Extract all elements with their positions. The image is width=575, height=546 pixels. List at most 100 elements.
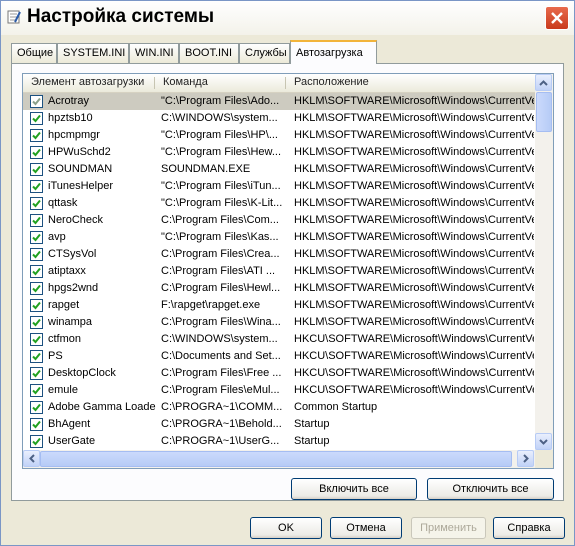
startup-checkbox[interactable] — [30, 214, 43, 227]
startup-item-command: C:\Documents and Set... — [161, 350, 281, 362]
enable-all-button[interactable]: Включить все — [291, 478, 417, 500]
startup-checkbox[interactable] — [30, 112, 43, 125]
startup-item-location: HKLM\SOFTWARE\Microsoft\Windows\CurrentV… — [294, 163, 534, 175]
horizontal-scrollbar[interactable] — [23, 450, 535, 468]
table-row[interactable]: UserGate C:\PROGRA~1\UserG... Startup — [23, 433, 535, 450]
table-row[interactable]: winampa C:\Program Files\Wina... HKLM\SOFT… — [23, 314, 535, 331]
startup-item-name: UserGate — [48, 435, 96, 447]
startup-checkbox[interactable] — [30, 435, 43, 448]
apply-button[interactable]: Применить — [411, 517, 486, 539]
startup-item-command: C:\Program Files\eMul... — [161, 384, 280, 396]
startup-item-command: C:\Program Files\Hewl... — [161, 282, 281, 294]
checkmark-icon — [32, 114, 41, 123]
startup-item-location: HKLM\SOFTWARE\Microsoft\Windows\CurrentV… — [294, 112, 534, 124]
system-configuration-window: Настройка системы Общие SYSTEM.INI WIN.I… — [0, 0, 575, 546]
startup-checkbox[interactable] — [30, 350, 43, 363]
startup-checkbox[interactable] — [30, 180, 43, 193]
startup-checkbox[interactable] — [30, 95, 43, 108]
table-row[interactable]: rapget F:\rapget\rapget.exe HKLM\SOFTWARE\… — [23, 297, 535, 314]
column-header-item[interactable]: Элемент автозагрузки — [23, 76, 153, 90]
startup-checkbox[interactable] — [30, 163, 43, 176]
column-header-location[interactable]: Расположение — [286, 76, 535, 90]
startup-list[interactable]: Элемент автозагрузки Команда Расположени… — [22, 73, 554, 469]
table-row[interactable]: atiptaxx C:\Program Files\ATI ... HKLM\SOF… — [23, 263, 535, 280]
horizontal-scroll-thumb[interactable] — [40, 451, 512, 467]
table-row[interactable]: DesktopClock C:\Program Files\Free ... HKC… — [23, 365, 535, 382]
table-row[interactable]: Adobe Gamma Loader C:\PROGRA~1\COMM... Com… — [23, 399, 535, 416]
disable-all-button[interactable]: Отключить все — [427, 478, 554, 500]
checkmark-icon — [32, 233, 41, 242]
table-row[interactable]: hpcmpmgr "C:\Program Files\HP\... HKLM\SOF… — [23, 127, 535, 144]
startup-checkbox[interactable] — [30, 299, 43, 312]
table-row[interactable]: PS C:\Documents and Set... HKCU\SOFTWARE\M… — [23, 348, 535, 365]
list-rows: Acrotray "C:\Program Files\Ado... HKLM\SOF… — [23, 93, 535, 450]
table-row[interactable]: NeroCheck C:\Program Files\Com... HKLM\SOF… — [23, 212, 535, 229]
table-row[interactable]: SOUNDMAN SOUNDMAN.EXE HKLM\SOFTWARE\Micros… — [23, 161, 535, 178]
checkmark-icon — [32, 386, 41, 395]
table-row[interactable]: BhAgent C:\PROGRA~1\Behold... Startup — [23, 416, 535, 433]
table-row[interactable]: HPWuSchd2 "C:\Program Files\Hew... HKLM\SO… — [23, 144, 535, 161]
table-row[interactable]: Acrotray "C:\Program Files\Ado... HKLM\SOF… — [23, 93, 535, 110]
startup-checkbox[interactable] — [30, 248, 43, 261]
startup-item-location: HKCU\SOFTWARE\Microsoft\Windows\CurrentV… — [294, 350, 534, 362]
tab-startup[interactable]: Автозагрузка — [290, 40, 377, 64]
startup-item-location: HKLM\SOFTWARE\Microsoft\Windows\CurrentV… — [294, 180, 534, 192]
startup-checkbox[interactable] — [30, 418, 43, 431]
scroll-right-button[interactable] — [517, 450, 534, 467]
startup-checkbox[interactable] — [30, 401, 43, 414]
startup-checkbox[interactable] — [30, 333, 43, 346]
scroll-up-button[interactable] — [535, 74, 552, 91]
startup-checkbox[interactable] — [30, 129, 43, 142]
table-row[interactable]: qttask "C:\Program Files\K-Lit... HKLM\SOF… — [23, 195, 535, 212]
vertical-scroll-thumb[interactable] — [536, 92, 552, 132]
startup-item-name: Acrotray — [48, 95, 89, 107]
startup-item-location: HKLM\SOFTWARE\Microsoft\Windows\CurrentV… — [294, 129, 534, 141]
tab-general[interactable]: Общие — [11, 43, 57, 63]
startup-item-name: NeroCheck — [48, 214, 104, 226]
startup-item-command: "C:\Program Files\Hew... — [161, 146, 282, 158]
startup-item-name: HPWuSchd2 — [48, 146, 111, 158]
table-row[interactable]: hpztsb10 C:\WINDOWS\system... HKLM\SOFTWAR… — [23, 110, 535, 127]
table-row[interactable]: emule C:\Program Files\eMul... HKCU\SOFTWA… — [23, 382, 535, 399]
startup-checkbox[interactable] — [30, 316, 43, 329]
tab-win-ini[interactable]: WIN.INI — [129, 43, 179, 63]
checkmark-icon — [32, 403, 41, 412]
startup-item-location: HKLM\SOFTWARE\Microsoft\Windows\CurrentV… — [294, 146, 534, 158]
checkmark-icon — [32, 267, 41, 276]
startup-item-location: HKCU\SOFTWARE\Microsoft\Windows\CurrentV… — [294, 333, 534, 345]
startup-checkbox[interactable] — [30, 265, 43, 278]
startup-checkbox[interactable] — [30, 282, 43, 295]
ok-button[interactable]: OK — [250, 517, 322, 539]
checkmark-icon — [32, 369, 41, 378]
cancel-button[interactable]: Отмена — [330, 517, 402, 539]
table-row[interactable]: avp "C:\Program Files\Kas... HKLM\SOFTWARE… — [23, 229, 535, 246]
startup-checkbox[interactable] — [30, 231, 43, 244]
startup-item-command: C:\Program Files\Crea... — [161, 248, 280, 260]
tab-system-ini[interactable]: SYSTEM.INI — [57, 43, 129, 63]
startup-item-command: C:\WINDOWS\system... — [161, 333, 278, 345]
tab-boot-ini[interactable]: BOOT.INI — [179, 43, 239, 63]
table-row[interactable]: iTunesHelper "C:\Program Files\iTun... HKL… — [23, 178, 535, 195]
scroll-left-button[interactable] — [23, 450, 40, 467]
startup-checkbox[interactable] — [30, 384, 43, 397]
vertical-scrollbar[interactable] — [535, 74, 553, 450]
startup-checkbox[interactable] — [30, 146, 43, 159]
startup-item-name: CTSysVol — [48, 248, 97, 260]
column-header-command[interactable]: Команда — [155, 76, 286, 90]
checkmark-icon — [32, 148, 41, 157]
tab-services[interactable]: Службы — [239, 43, 290, 63]
startup-checkbox[interactable] — [30, 197, 43, 210]
checkmark-icon — [32, 335, 41, 344]
table-row[interactable]: CTSysVol C:\Program Files\Crea... HKLM\SOF… — [23, 246, 535, 263]
close-button[interactable] — [545, 6, 569, 30]
startup-item-name: DesktopClock — [48, 367, 116, 379]
startup-checkbox[interactable] — [30, 367, 43, 380]
startup-item-location: HKCU\SOFTWARE\Microsoft\Windows\CurrentV… — [294, 367, 534, 379]
startup-item-location: Startup — [294, 418, 330, 430]
table-row[interactable]: hpgs2wnd C:\Program Files\Hewl... HKLM\SOF… — [23, 280, 535, 297]
scroll-down-button[interactable] — [535, 433, 552, 450]
help-button[interactable]: Справка — [493, 517, 565, 539]
checkmark-icon — [32, 165, 41, 174]
table-row[interactable]: ctfmon C:\WINDOWS\system... HKCU\SOFTWARE\… — [23, 331, 535, 348]
title-bar[interactable]: Настройка системы — [1, 1, 574, 35]
